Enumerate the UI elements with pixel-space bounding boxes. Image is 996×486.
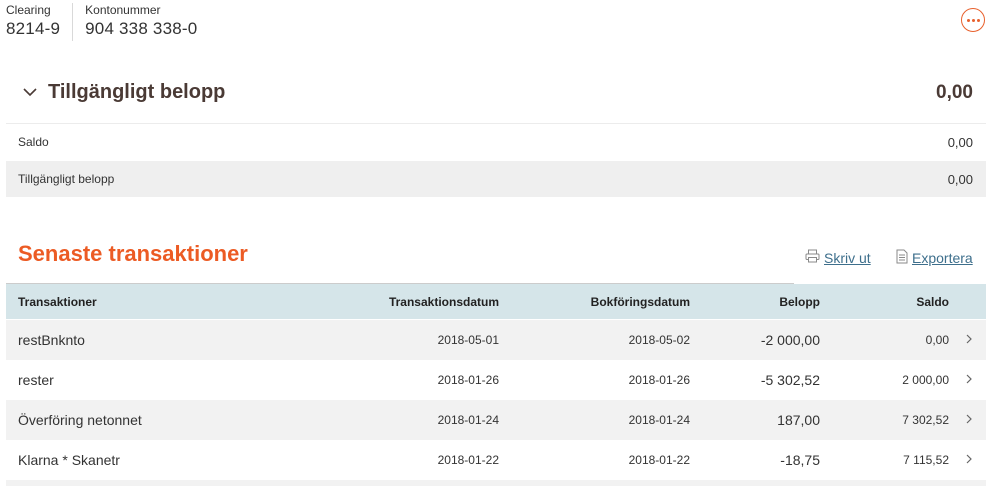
saldo-value: 0,00 bbox=[947, 134, 973, 150]
table-row[interactable] bbox=[6, 480, 986, 486]
table-row[interactable]: Överföring netonnet 2018-01-24 2018-01-2… bbox=[6, 400, 986, 440]
transaction-name: Överföring netonnet bbox=[18, 412, 142, 428]
account-info: Clearing 8214-9 Kontonummer 904 338 338-… bbox=[6, 3, 197, 41]
booking-date: 2018-01-24 bbox=[628, 413, 690, 427]
print-link[interactable]: Skriv ut bbox=[805, 249, 871, 266]
chevron-right-icon bbox=[966, 451, 972, 469]
column-header-transaktioner[interactable]: Transaktioner bbox=[18, 295, 97, 309]
kontonummer-label: Kontonummer bbox=[85, 3, 161, 17]
chevron-right-icon bbox=[966, 331, 972, 349]
kontonummer-value: 904 338 338-0 bbox=[85, 19, 198, 38]
booking-date: 2018-01-22 bbox=[628, 453, 690, 467]
transaction-saldo: 7 302,52 bbox=[902, 413, 949, 427]
available-amount-value: 0,00 bbox=[936, 81, 973, 103]
export-link[interactable]: Exportera bbox=[896, 249, 973, 267]
printer-icon bbox=[805, 249, 820, 266]
chevron-right-icon bbox=[966, 371, 972, 389]
column-header-saldo[interactable]: Saldo bbox=[916, 295, 949, 309]
available-amount-title: Tillgängligt belopp bbox=[48, 81, 226, 103]
saldo-label: Saldo bbox=[18, 135, 49, 149]
clearing-label: Clearing bbox=[6, 3, 51, 17]
transaction-name: Klarna * Skanetr bbox=[18, 452, 120, 468]
transaction-amount: 187,00 bbox=[777, 412, 820, 428]
table-row[interactable]: restBnknto 2018-05-01 2018-05-02 -2 000,… bbox=[6, 320, 986, 360]
transaction-amount: -2 000,00 bbox=[760, 332, 820, 348]
booking-date: 2018-01-26 bbox=[628, 373, 690, 387]
transaction-name: rester bbox=[18, 372, 54, 388]
transactions-title: Senaste transaktioner bbox=[18, 241, 248, 266]
print-label: Skriv ut bbox=[824, 249, 871, 266]
kontonummer-block: Kontonummer 904 338 338-0 bbox=[72, 3, 197, 41]
transaction-amount: -18,75 bbox=[780, 452, 820, 468]
clearing-block: Clearing 8214-9 bbox=[6, 3, 60, 41]
available-amount-header[interactable]: Tillgängligt belopp 0,00 bbox=[6, 62, 986, 124]
saldo-row: Saldo 0,00 bbox=[6, 124, 986, 160]
transaction-amount: -5 302,52 bbox=[760, 372, 820, 388]
available-row: Tillgängligt belopp 0,00 bbox=[6, 161, 986, 197]
available-value: 0,00 bbox=[947, 171, 973, 187]
transaction-date: 2018-01-26 bbox=[437, 373, 499, 387]
transaction-name: restBnknto bbox=[18, 332, 85, 348]
export-label: Exportera bbox=[912, 250, 973, 266]
column-header-belopp[interactable]: Belopp bbox=[779, 295, 820, 309]
column-header-bokforingsdatum[interactable]: Bokföringsdatum bbox=[591, 295, 690, 309]
chevron-right-icon bbox=[966, 411, 972, 429]
transaction-saldo: 7 115,52 bbox=[903, 453, 949, 467]
transactions-table-header: Transaktioner Transaktionsdatum Bokförin… bbox=[6, 284, 986, 319]
booking-date: 2018-05-02 bbox=[628, 333, 690, 347]
transaction-date: 2018-01-22 bbox=[437, 453, 499, 467]
table-row[interactable]: rester 2018-01-26 2018-01-26 -5 302,52 2… bbox=[6, 360, 986, 400]
column-header-transaktionsdatum[interactable]: Transaktionsdatum bbox=[389, 295, 499, 309]
transaction-date: 2018-05-01 bbox=[437, 333, 499, 347]
transaction-saldo: 0,00 bbox=[925, 333, 949, 347]
transaction-saldo: 2 000,00 bbox=[902, 373, 949, 387]
more-dots-icon bbox=[966, 18, 980, 22]
clearing-value: 8214-9 bbox=[6, 19, 61, 38]
transaction-date: 2018-01-24 bbox=[437, 413, 499, 427]
document-icon bbox=[896, 249, 908, 267]
more-options-button[interactable] bbox=[961, 8, 985, 32]
available-label: Tillgängligt belopp bbox=[18, 172, 115, 186]
chevron-down-icon[interactable] bbox=[16, 79, 44, 107]
table-row[interactable]: Klarna * Skanetr 2018-01-22 2018-01-22 -… bbox=[6, 440, 986, 480]
